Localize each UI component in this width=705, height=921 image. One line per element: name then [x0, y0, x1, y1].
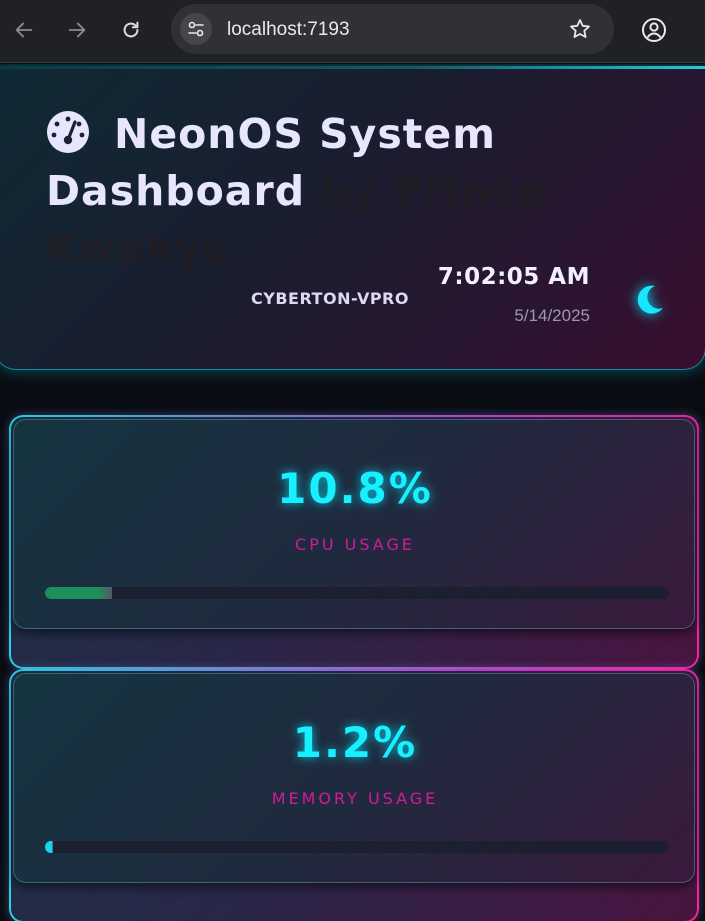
reload-button[interactable] [116, 15, 146, 45]
arrow-left-icon [15, 22, 33, 38]
memory-progress-track [45, 841, 669, 853]
header-card: NeonOS System Dashboard by Prince Kwakye… [0, 66, 705, 370]
back-button[interactable] [9, 15, 39, 45]
cpu-usage-label: CPU USAGE [295, 535, 415, 554]
memory-stat-panel: 1.2% MEMORY USAGE [13, 673, 695, 883]
gauge-icon [47, 111, 89, 153]
site-info-button[interactable] [180, 13, 212, 45]
cpu-stat-card: 10.8% CPU USAGE [9, 415, 699, 669]
moon-icon[interactable] [631, 282, 667, 318]
browser-toolbar: localhost:7193 [0, 0, 705, 63]
memory-stat-card: 1.2% MEMORY USAGE [9, 669, 699, 921]
memory-usage-value: 1.2% [292, 718, 418, 767]
bookmark-star-icon[interactable] [568, 17, 592, 41]
reload-icon [123, 21, 139, 38]
forward-button[interactable] [62, 15, 92, 45]
cpu-usage-value: 10.8% [277, 464, 433, 513]
clock-date: 5/14/2025 [514, 306, 590, 325]
dashboard-page: NeonOS System Dashboard by Prince Kwakye… [0, 64, 705, 921]
cpu-progress-track [45, 587, 669, 599]
page-title: NeonOS System Dashboard by Prince Kwakye [46, 106, 626, 277]
memory-progress-fill [45, 841, 53, 853]
arrow-right-icon [68, 22, 86, 38]
clock-time: 7:02:05 AM [437, 264, 590, 290]
address-bar[interactable]: localhost:7193 [171, 4, 614, 54]
cpu-progress-fill [45, 587, 113, 599]
profile-icon[interactable] [639, 15, 669, 45]
cpu-stat-panel: 10.8% CPU USAGE [13, 419, 695, 629]
memory-usage-label: MEMORY USAGE [271, 789, 439, 808]
url-text[interactable]: localhost:7193 [227, 19, 350, 41]
hostname-label: CYBERTON-VPRO [251, 289, 409, 308]
tune-icon [188, 21, 204, 37]
header-accent-line [0, 66, 705, 69]
